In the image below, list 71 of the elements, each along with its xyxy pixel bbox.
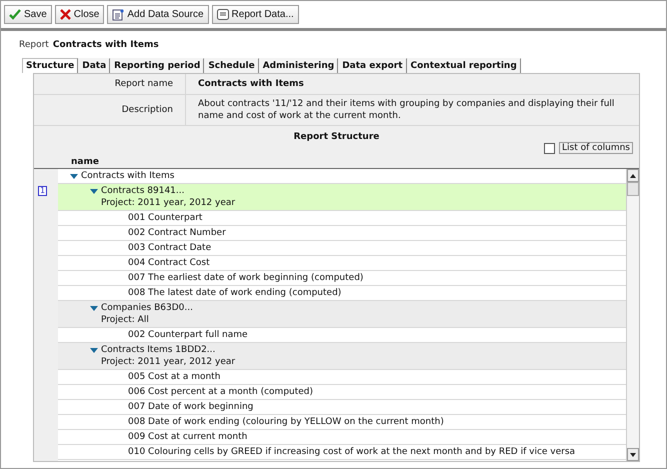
tree-row[interactable]: 008 The latest date of work ending (computed) <box>58 286 626 301</box>
checkbox-label[interactable]: List of columns <box>559 142 633 154</box>
column-header[interactable]: name <box>34 156 639 168</box>
expanded-arrow-icon[interactable] <box>90 348 98 352</box>
tree-row[interactable]: 003 Contract Date <box>58 241 626 256</box>
tree-row[interactable]: 005 Cost at a month <box>58 370 626 385</box>
toolbar-button[interactable]: Report Data... <box>212 5 299 24</box>
expanded-arrow-icon[interactable] <box>90 306 98 310</box>
scroll-down-icon[interactable] <box>630 452 636 456</box>
tab[interactable]: Structure <box>22 58 78 73</box>
tree-row[interactable]: 001 Counterpart <box>58 211 626 226</box>
tab[interactable]: Data export <box>338 58 407 73</box>
row-marker[interactable]: 1 <box>38 186 48 196</box>
report-label: Report <box>19 40 49 50</box>
node-label: 002 Contract Number <box>128 227 226 239</box>
toolbar-button[interactable]: Close <box>54 5 104 24</box>
scrollbar[interactable] <box>626 169 639 461</box>
tree-row[interactable]: Contracts 89141... Project: 2011 year, 2012 year <box>58 184 626 211</box>
tree-row[interactable]: 008 Date of work ending (colouring by YELLOW on the current month) <box>58 415 626 430</box>
tree-row[interactable]: 002 Counterpart full name <box>58 328 626 343</box>
tab[interactable]: Reporting period <box>110 58 204 73</box>
tree-row[interactable]: 010 Colouring cells by GREED if increasing cost of work at the next month and by RED if vice versa <box>58 445 626 460</box>
table-icon <box>216 9 229 20</box>
node-label: 004 Contract Cost <box>128 257 210 269</box>
tab[interactable]: Schedule <box>204 58 259 73</box>
node-label: Contracts 89141... <box>101 185 184 197</box>
report-title: Contracts with Items <box>52 40 159 50</box>
field-value[interactable]: Contracts with Items <box>198 78 304 90</box>
tree-row[interactable]: 004 Contract Cost <box>58 256 626 271</box>
expanded-arrow-icon[interactable] <box>70 174 78 178</box>
toolbar-button[interactable]: Add Data Source <box>107 5 209 24</box>
node-label: 007 The earliest date of work beginning (computed) <box>128 272 364 284</box>
node-subtitle: Project: 2011 year, 2012 year <box>100 197 236 209</box>
tab[interactable]: Administering <box>258 58 338 73</box>
toolbar-button[interactable]: Save <box>4 5 52 24</box>
tree-row[interactable]: 007 Date of work beginning <box>58 400 626 415</box>
document-icon <box>112 8 124 20</box>
tree-row[interactable]: Companies B63D0... Project: All <box>58 301 626 328</box>
tree-row[interactable]: 006 Cost percent at a month (computed) <box>58 385 626 400</box>
node-label: 006 Cost percent at a month (computed) <box>128 386 314 398</box>
node-label: 002 Counterpart full name <box>128 329 248 341</box>
node-subtitle: Project: 2011 year, 2012 year <box>100 356 236 368</box>
field-label: Report name <box>114 79 173 89</box>
node-label: Companies B63D0... <box>101 302 193 314</box>
node-subtitle: Project: All <box>100 314 150 326</box>
node-label: 001 Counterpart <box>128 212 202 224</box>
tree-row[interactable]: 009 Cost at current month <box>58 430 626 445</box>
node-label: 010 Colouring cells by GREED if increasing cost of work at the next month and by RED if vice versa <box>128 446 576 458</box>
close-icon <box>60 9 71 20</box>
node-label: 008 The latest date of work ending (computed) <box>128 287 342 299</box>
scroll-up-icon[interactable] <box>630 174 636 178</box>
tab[interactable]: Data <box>78 58 110 73</box>
field-value[interactable]: About contracts '11/'12 and their items with grouping by companies and displaying their full name and cost of work at the current month. <box>198 98 631 122</box>
node-label: Contracts Items 1BDD2... <box>101 344 216 356</box>
tree-row[interactable]: 002 Contract Number <box>58 226 626 241</box>
tree-row[interactable]: Contracts Items 1BDD2... Project: 2011 year, 2012 year <box>58 343 626 370</box>
tree-row[interactable]: 007 The earliest date of work beginning (computed) <box>58 271 626 286</box>
tree-row[interactable]: Contracts with Items <box>58 169 626 184</box>
node-label: 008 Date of work ending (colouring by YELLOW on the current month) <box>128 416 444 428</box>
node-label: 005 Cost at a month <box>128 371 220 383</box>
scrollbar-thumb[interactable] <box>627 182 639 196</box>
section-title: Report Structure <box>294 132 380 142</box>
node-label: 007 Date of work beginning <box>128 401 254 413</box>
checkbox[interactable] <box>544 142 556 154</box>
tab[interactable]: Contextual reporting <box>406 58 521 73</box>
field-label: Description <box>122 105 173 115</box>
expanded-arrow-icon[interactable] <box>90 188 98 194</box>
checkmark-icon <box>9 9 21 20</box>
node-label: 003 Contract Date <box>128 242 212 254</box>
node-label: Contracts with Items <box>81 170 174 182</box>
node-label: 009 Cost at current month <box>128 431 248 443</box>
